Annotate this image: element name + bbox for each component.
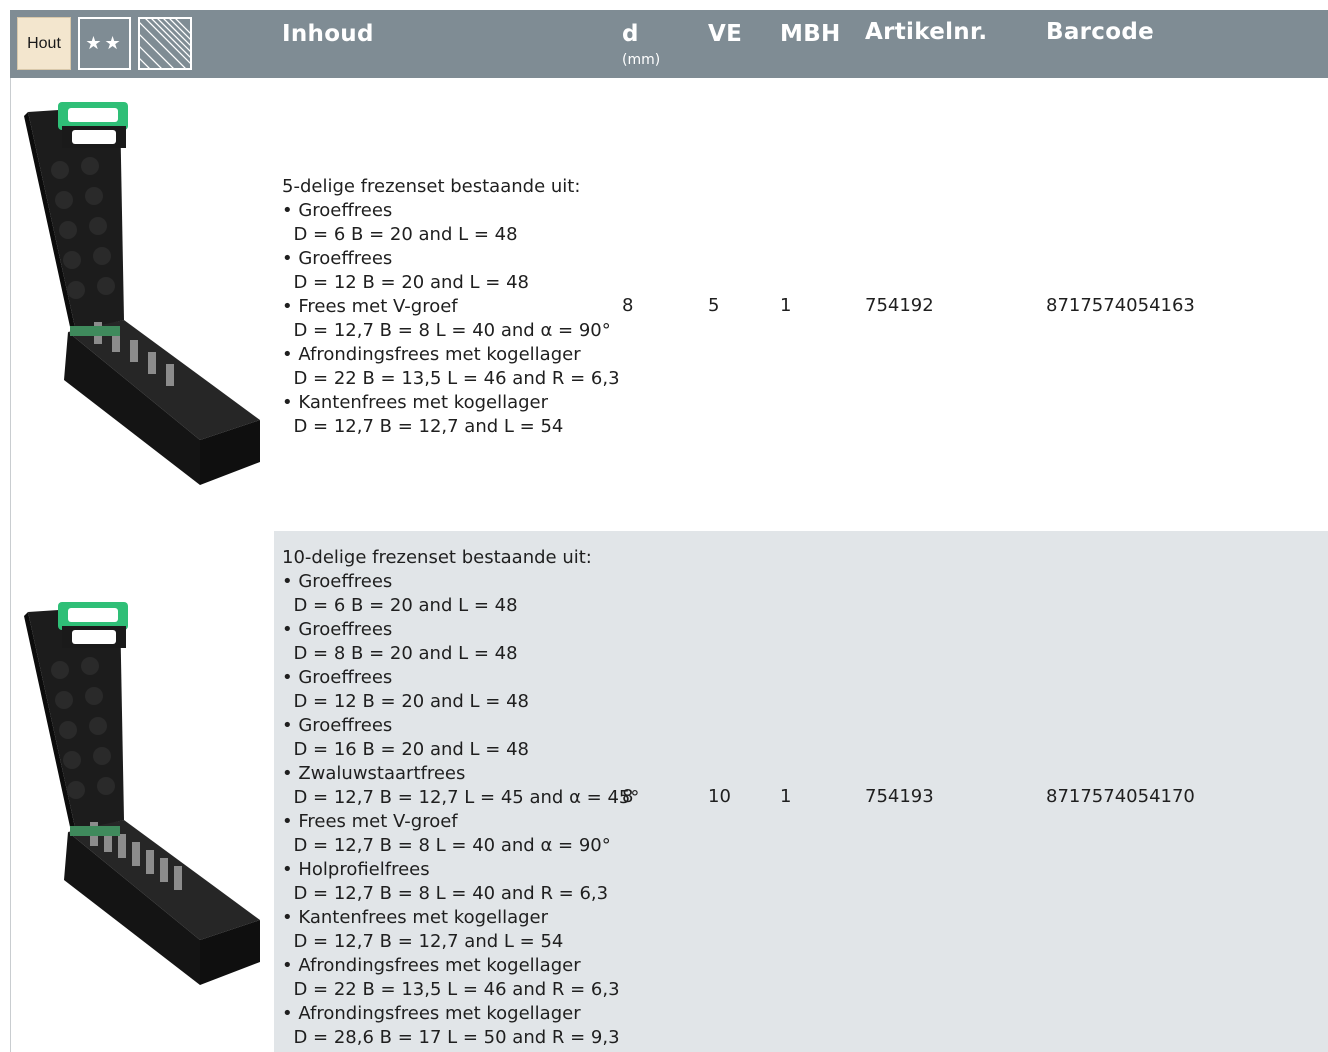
row-2-mbh: 1 xyxy=(780,786,792,807)
row-1-description: 5-delige frezenset bestaande uit: • Groe… xyxy=(282,176,620,437)
material-badge-label: Hout xyxy=(27,34,61,52)
row-1-barcode: 8717574054163 xyxy=(1046,295,1195,316)
row-1-d: 8 xyxy=(622,295,634,316)
col-header-ve: VE xyxy=(708,21,743,47)
quality-stars-badge: ★★ xyxy=(78,17,131,70)
col-header-barcode: Barcode xyxy=(1046,19,1154,45)
stars-icon: ★★ xyxy=(85,33,124,54)
row-1-ve: 5 xyxy=(708,295,720,316)
row-2-artikelnr: 754193 xyxy=(865,786,934,807)
row-1-mbh: 1 xyxy=(780,295,792,316)
row-1-artikelnr: 754192 xyxy=(865,295,934,316)
col-header-inhoud: Inhoud xyxy=(282,21,374,47)
row-2-description: 10-delige frezenset bestaande uit: • Gro… xyxy=(282,547,640,1048)
col-header-d: d xyxy=(622,21,639,47)
col-header-mbh: MBH xyxy=(780,21,841,47)
row-2-barcode: 8717574054170 xyxy=(1046,786,1195,807)
product-image-10-piece-case xyxy=(20,600,265,994)
col-header-d-unit: (mm) xyxy=(622,52,661,68)
wood-grain-icon xyxy=(138,17,192,70)
frame-divider xyxy=(10,78,11,1052)
row-2-d: 8 xyxy=(622,786,634,807)
col-header-artikelnr: Artikelnr. xyxy=(865,19,988,45)
product-image-5-piece-case xyxy=(20,100,265,494)
material-badge: Hout xyxy=(17,17,71,70)
row-2-ve: 10 xyxy=(708,786,731,807)
